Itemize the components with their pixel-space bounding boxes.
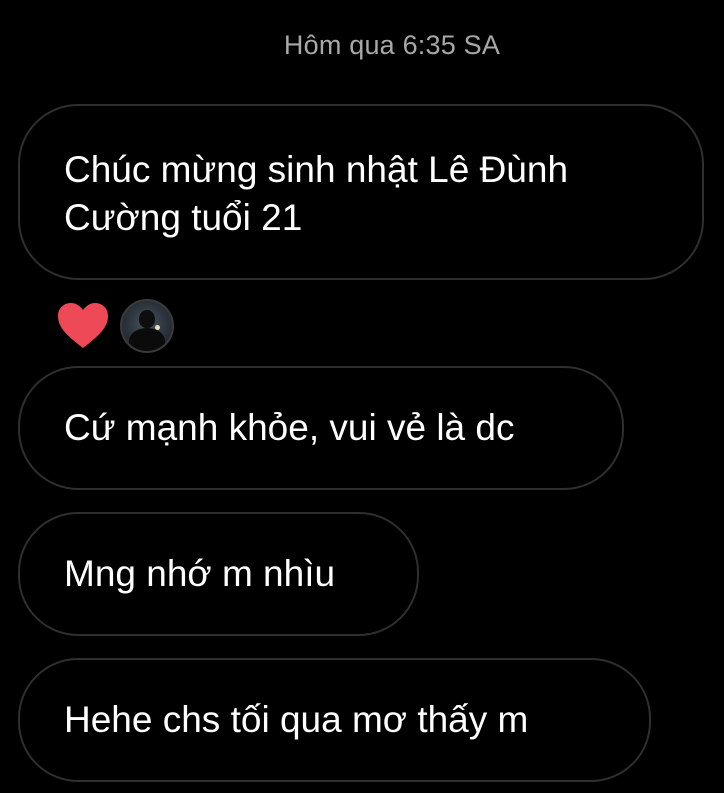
message-bubble[interactable]: Mng nhớ m nhìu [18, 512, 419, 636]
message-text: Hehe chs tối qua mơ thấy m [64, 699, 529, 740]
message-text-line: Cường tuổi 21 [64, 197, 303, 238]
message-thread: Chúc mừng sinh nhật Lê Đùnh Cường tuổi 2… [18, 104, 708, 782]
message-text: Mng nhớ m nhìu [64, 553, 336, 594]
message-text: Cứ mạnh khỏe, vui vẻ là dc [64, 407, 515, 448]
message-bubble[interactable]: Chúc mừng sinh nhật Lê Đùnh Cường tuổi 2… [18, 104, 704, 280]
avatar[interactable] [120, 299, 174, 353]
message-reactions[interactable] [18, 286, 708, 366]
message-timestamp: Hôm qua 6:35 SA [283, 30, 501, 60]
message-text-line: Chúc mừng sinh nhật Lê Đùnh [64, 149, 569, 190]
message-bubble[interactable]: Hehe chs tối qua mơ thấy m [18, 658, 651, 782]
heart-icon [56, 301, 110, 351]
message-bubble[interactable]: Cứ mạnh khỏe, vui vẻ là dc [18, 366, 624, 490]
